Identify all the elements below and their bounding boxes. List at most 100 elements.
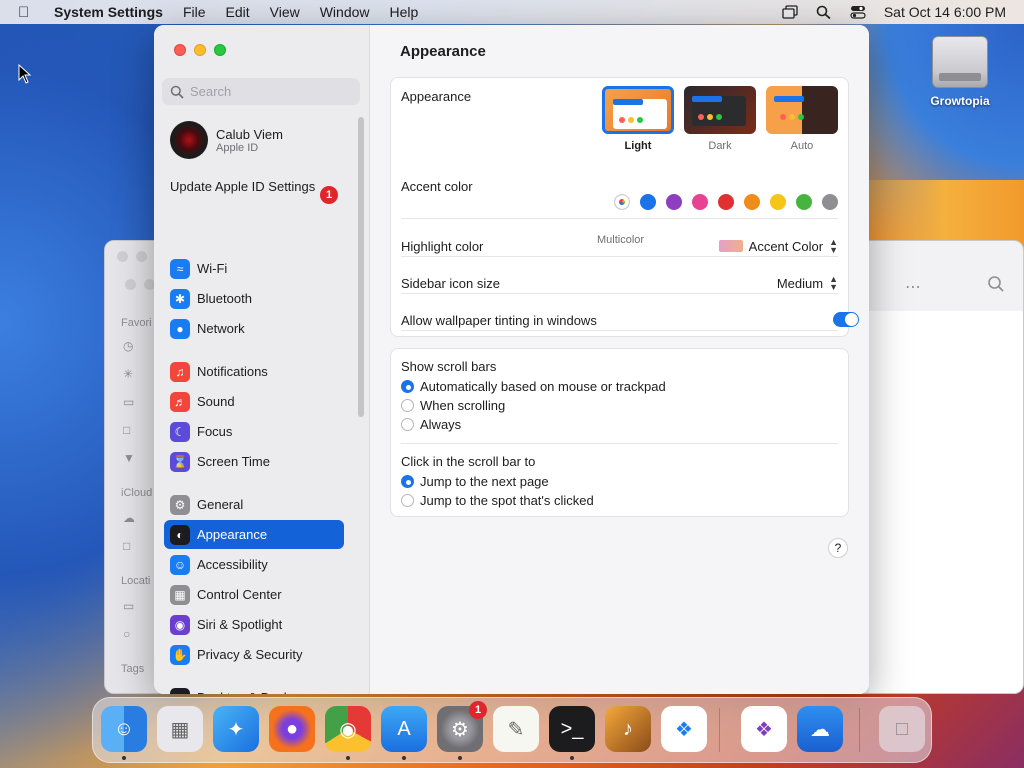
sidebar-item-general[interactable]: ⚙ General (164, 490, 344, 519)
mode-light[interactable]: Light (602, 86, 674, 152)
textedit-icon[interactable]: ✎ (493, 706, 539, 752)
sidebar-item-desktop-dock[interactable]: ▬ Desktop & Dock (164, 683, 344, 694)
apple-id-account[interactable]: Calub Viem Apple ID (170, 121, 283, 159)
finder-documents-icon[interactable]: □ (123, 423, 130, 437)
sidebar-item-appearance[interactable]: ◐ Appearance (164, 520, 344, 549)
sidebar-item-control-center[interactable]: ▦ Control Center (164, 580, 344, 609)
app-store-icon[interactable]: A (381, 706, 427, 752)
wallpaper-tinting-toggle[interactable] (833, 312, 859, 327)
mouse-cursor-icon (18, 64, 32, 84)
sidebar-item-label: Focus (197, 424, 233, 439)
minimize-button[interactable] (194, 44, 206, 56)
dark-mode-thumbnail-icon (684, 86, 756, 134)
vscode-icon[interactable]: ❖ (661, 706, 707, 752)
dock-running-indicator (402, 756, 406, 760)
finder-applications-icon[interactable]: ✳ (123, 367, 133, 381)
menu-window[interactable]: Window (320, 4, 370, 20)
apple-menu-icon[interactable]:  (18, 4, 36, 21)
settings-content: Appearance Appearance Light Dark Auto Ac… (370, 25, 869, 694)
menu-clock[interactable]: Sat Oct 14 6:00 PM (884, 4, 1006, 20)
screen-mirroring-icon[interactable] (782, 5, 798, 19)
scroll-auto-radio[interactable]: Automatically based on mouse or trackpad (401, 379, 666, 394)
accent-swatch-3[interactable] (692, 194, 708, 210)
accent-swatch-5[interactable] (744, 194, 760, 210)
menu-file[interactable]: File (183, 4, 206, 20)
jump-to-spot-radio[interactable]: Jump to the spot that's clicked (401, 493, 594, 508)
sidebar-item-network[interactable]: ● Network (164, 314, 344, 343)
launchpad-icon[interactable]: ▦ (157, 706, 203, 752)
menu-help[interactable]: Help (390, 4, 419, 20)
hard-drive-icon (932, 36, 988, 88)
chrome-icon[interactable]: ◉ (325, 706, 371, 752)
accent-swatch-6[interactable] (770, 194, 786, 210)
accent-multicolor-swatch[interactable] (614, 194, 630, 210)
finder-more-icon[interactable]: ⋯ (905, 277, 921, 297)
sidebar-item-accessibility[interactable]: ☺ Accessibility (164, 550, 344, 579)
accent-swatch-8[interactable] (822, 194, 838, 210)
hand-icon: ✋ (170, 644, 190, 665)
finder-desktop-icon[interactable]: ▭ (123, 395, 134, 409)
accent-swatch-4[interactable] (718, 194, 734, 210)
accent-swatch-2[interactable] (666, 194, 682, 210)
mode-auto[interactable]: Auto (766, 86, 838, 152)
highlight-color-popup[interactable]: Accent Color ▲ ▼ (718, 238, 838, 255)
finder-search-icon[interactable] (987, 275, 1005, 296)
gear-icon: ⚙ (170, 494, 190, 515)
click-scroll-bar-label: Click in the scroll bar to (401, 454, 536, 469)
highlight-color-label: Highlight color (401, 239, 484, 254)
spotlight-search-icon[interactable] (816, 5, 832, 20)
wallpaper-tinting-label: Allow wallpaper tinting in windows (401, 313, 597, 328)
control-center-icon: ▦ (170, 584, 190, 605)
sidebar-search[interactable]: Search (162, 78, 360, 105)
mode-dark[interactable]: Dark (684, 86, 756, 152)
finder-recents-icon[interactable]: ◷ (123, 339, 133, 353)
sidebar-item-screen-time[interactable]: ⌛ Screen Time (164, 447, 344, 476)
appearance-icon: ◐ (170, 524, 190, 545)
sidebar-item-wi-fi[interactable]: ≈ Wi-Fi (164, 254, 344, 283)
app-menu[interactable]: System Settings (54, 4, 163, 20)
weather-icon[interactable]: ☁ (797, 706, 843, 752)
desktop-drive-icon[interactable]: Growtopia (920, 36, 1000, 108)
finder-icloud-drive-icon[interactable]: ☁ (123, 511, 135, 525)
sidebar-item-label: Network (197, 321, 245, 336)
sidebar-item-sound[interactable]: ♬ Sound (164, 387, 344, 416)
terminal-icon[interactable]: >_ (549, 706, 595, 752)
zoom-button[interactable] (214, 44, 226, 56)
hourglass-icon: ⌛ (170, 451, 190, 472)
sidebar-item-notifications[interactable]: ♫ Notifications (164, 357, 344, 386)
visual-studio-icon[interactable]: ❖ (741, 706, 787, 752)
wifi-icon: ≈ (170, 258, 190, 279)
trash-icon[interactable]: □ (879, 706, 925, 752)
firefox-icon[interactable]: ● (269, 706, 315, 752)
finder-disk-icon[interactable]: ▭ (123, 599, 134, 613)
safari-icon[interactable]: ✦ (213, 706, 259, 752)
sidebar-item-bluetooth[interactable]: ✱ Bluetooth (164, 284, 344, 313)
accent-swatch-1[interactable] (640, 194, 656, 210)
scroll-always-radio[interactable]: Always (401, 417, 461, 432)
account-name: Calub Viem (216, 126, 283, 142)
sidebar-scrollbar[interactable] (358, 117, 364, 417)
finder-downloads-icon[interactable]: ▼ (123, 451, 135, 465)
multicolor-label: Multicolor (597, 234, 645, 246)
sidebar-item-focus[interactable]: ☾ Focus (164, 417, 344, 446)
finder-traffic-lights (117, 251, 147, 262)
sidebar-icon-size-popup[interactable]: Medium ▲ ▼ (777, 275, 838, 292)
auto-mode-thumbnail-icon (766, 86, 838, 134)
system-settings-window: Search Calub Viem Apple ID Update Apple … (154, 25, 869, 694)
accent-swatch-7[interactable] (796, 194, 812, 210)
finder-network-icon[interactable]: ○ (123, 627, 130, 641)
help-button[interactable]: ? (828, 538, 848, 558)
sidebar-item-privacy-security[interactable]: ✋ Privacy & Security (164, 640, 344, 669)
finder-icon[interactable]: ☺ (101, 706, 147, 752)
speaker-icon: ♬ (170, 391, 190, 412)
menu-view[interactable]: View (270, 4, 300, 20)
control-center-menubar-icon[interactable] (850, 5, 866, 19)
sidebar-item-siri-spotlight[interactable]: ◉ Siri & Spotlight (164, 610, 344, 639)
finder-shared-icon[interactable]: □ (123, 539, 130, 553)
garageband-icon[interactable]: ♪ (605, 706, 651, 752)
update-apple-id-item[interactable]: Update Apple ID Settings (170, 179, 340, 195)
jump-next-page-radio[interactable]: Jump to the next page (401, 474, 549, 489)
scroll-when-scrolling-radio[interactable]: When scrolling (401, 398, 505, 413)
close-button[interactable] (174, 44, 186, 56)
menu-edit[interactable]: Edit (226, 4, 250, 20)
